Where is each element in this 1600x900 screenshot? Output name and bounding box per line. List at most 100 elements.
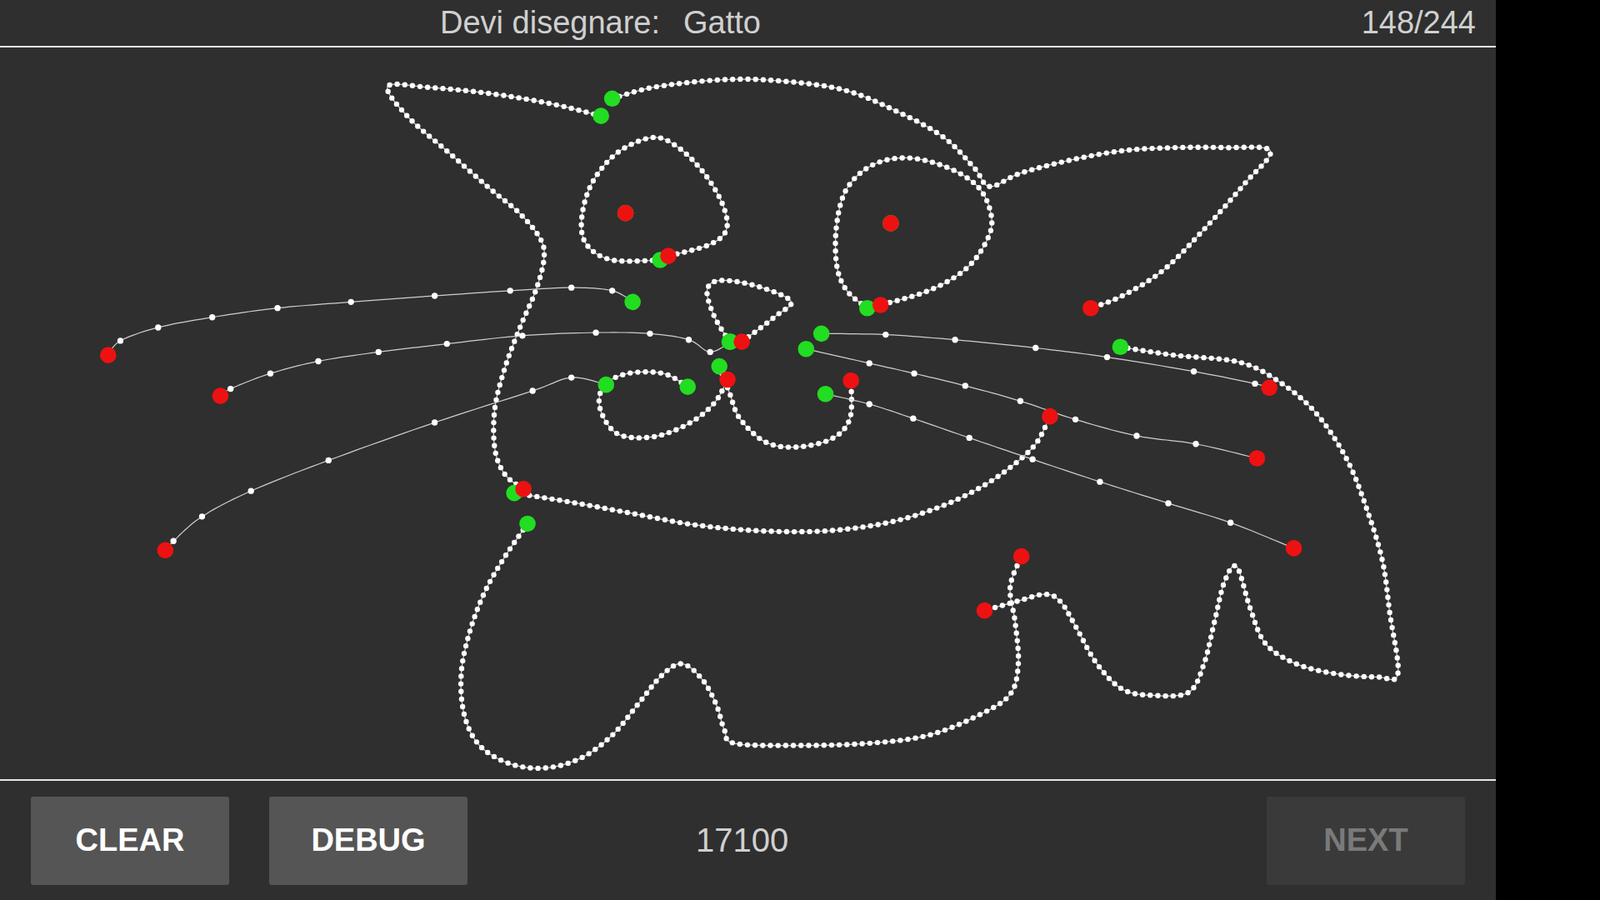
stroke-point bbox=[1373, 534, 1379, 540]
stroke-point bbox=[325, 457, 332, 464]
stroke-point bbox=[1106, 675, 1112, 681]
stroke-point bbox=[467, 628, 473, 634]
stroke-point bbox=[426, 133, 432, 139]
stroke-point bbox=[581, 199, 587, 205]
stroke-point bbox=[1101, 670, 1107, 675]
stroke-point bbox=[523, 96, 529, 102]
stroke-point bbox=[1390, 632, 1396, 638]
stroke-point bbox=[1369, 674, 1375, 680]
stroke-point bbox=[671, 141, 677, 147]
action-button[interactable]: CLEAR bbox=[30, 796, 230, 885]
stroke-point bbox=[672, 375, 678, 381]
stroke-point bbox=[776, 529, 782, 535]
stroke-point bbox=[1323, 669, 1329, 675]
stroke-point bbox=[535, 281, 540, 287]
stroke-point bbox=[1369, 520, 1375, 525]
drawing-canvas[interactable] bbox=[0, 47, 1496, 780]
stroke-point bbox=[540, 245, 546, 250]
stroke-point bbox=[907, 115, 913, 120]
stroke-point bbox=[415, 123, 420, 129]
stroke-point bbox=[948, 500, 954, 505]
stroke-point bbox=[496, 193, 502, 199]
stroke-point bbox=[1192, 440, 1199, 447]
stroke-end-marker bbox=[212, 387, 230, 405]
stroke-point bbox=[1216, 597, 1222, 603]
stroke-point bbox=[942, 727, 948, 733]
stroke-point bbox=[543, 765, 549, 770]
stroke-point bbox=[910, 415, 916, 421]
stroke-point bbox=[526, 303, 532, 309]
stroke-point bbox=[972, 166, 978, 172]
action-button[interactable]: DEBUG bbox=[269, 796, 468, 885]
stroke-point bbox=[1379, 556, 1385, 562]
stroke-point bbox=[1195, 145, 1200, 150]
stroke-line bbox=[825, 394, 1295, 549]
stroke-start-marker bbox=[679, 378, 696, 395]
stroke-point bbox=[1072, 416, 1079, 423]
stroke-point bbox=[1039, 431, 1045, 437]
stroke-point bbox=[490, 435, 496, 440]
stroke-point bbox=[580, 237, 586, 243]
stroke-point bbox=[602, 505, 608, 511]
stroke-point bbox=[511, 338, 517, 344]
stroke-point bbox=[1217, 209, 1223, 215]
stroke-point bbox=[1267, 645, 1273, 651]
stroke-point bbox=[745, 742, 750, 748]
stroke-point bbox=[1140, 348, 1145, 354]
stroke-point bbox=[1294, 661, 1300, 667]
stroke-point bbox=[882, 331, 889, 338]
stroke-point bbox=[507, 476, 513, 482]
stroke-line bbox=[220, 332, 730, 396]
stroke-point bbox=[829, 84, 835, 90]
stroke-point bbox=[1025, 450, 1030, 455]
stroke-point bbox=[832, 240, 838, 246]
stroke-point bbox=[1126, 290, 1132, 295]
stroke-point bbox=[502, 198, 508, 204]
stroke-end-marker bbox=[842, 372, 860, 390]
stroke-point bbox=[696, 245, 702, 251]
stroke-point bbox=[1376, 674, 1382, 680]
stroke-point bbox=[986, 184, 992, 190]
stroke-point bbox=[465, 635, 470, 641]
stroke-point bbox=[1251, 380, 1258, 387]
stroke-point bbox=[722, 207, 728, 213]
stroke-point bbox=[647, 514, 653, 520]
stroke-point bbox=[1255, 626, 1260, 632]
stroke-point bbox=[914, 118, 920, 124]
stroke-point bbox=[665, 138, 670, 144]
stroke-point bbox=[930, 285, 936, 291]
stroke-end-marker bbox=[1041, 408, 1059, 425]
stroke-point bbox=[982, 481, 988, 487]
stroke-point bbox=[556, 497, 562, 503]
stroke-point bbox=[1170, 693, 1176, 699]
stroke-point bbox=[1258, 634, 1264, 640]
drawing[interactable] bbox=[0, 47, 1496, 780]
next-button[interactable]: NEXT bbox=[1266, 796, 1465, 885]
stroke bbox=[822, 390, 1297, 552]
stroke-point bbox=[1003, 695, 1009, 701]
stroke-point bbox=[399, 107, 405, 113]
stroke-point bbox=[1256, 145, 1262, 150]
stroke-point bbox=[845, 419, 851, 425]
stroke-point bbox=[463, 643, 469, 649]
stroke-point bbox=[1036, 165, 1042, 170]
stroke-point bbox=[628, 141, 634, 147]
stroke-point bbox=[949, 725, 955, 730]
stroke-point bbox=[484, 183, 490, 189]
stroke-point bbox=[627, 370, 633, 375]
stroke-point bbox=[579, 501, 585, 507]
stroke-point bbox=[1358, 490, 1364, 496]
stroke-point bbox=[875, 740, 880, 745]
stroke-point bbox=[661, 82, 667, 88]
stroke-point bbox=[1253, 365, 1259, 370]
stroke-point bbox=[837, 202, 843, 208]
stroke-point bbox=[1385, 595, 1390, 600]
stroke-point bbox=[535, 765, 540, 771]
stroke-point bbox=[658, 370, 664, 375]
stroke-point bbox=[1158, 269, 1164, 275]
stroke-point bbox=[985, 235, 991, 240]
stroke-point bbox=[515, 95, 521, 100]
stroke-point bbox=[1211, 620, 1217, 625]
stroke-point bbox=[1207, 220, 1213, 225]
stroke-point bbox=[737, 76, 743, 82]
